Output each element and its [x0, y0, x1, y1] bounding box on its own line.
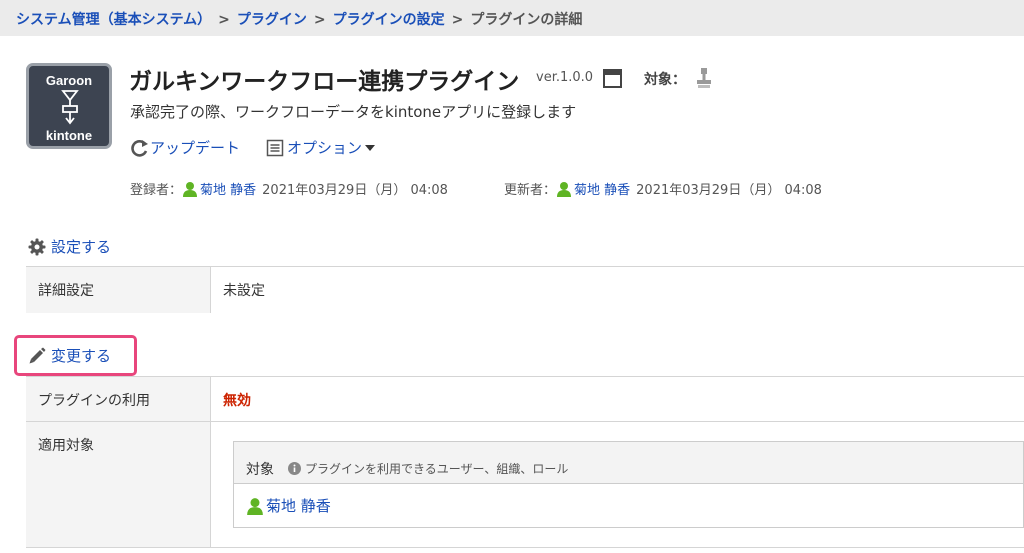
breadcrumb-plugins[interactable]: プラグイン [237, 12, 307, 28]
registered-info: 登録者： 菊地 静香 2021年03月29日（月） 04:08 [130, 179, 448, 198]
stamp-icon [697, 68, 711, 88]
update-button[interactable]: アップデート [130, 137, 240, 158]
options-menu-button[interactable]: オプション [266, 137, 376, 158]
target-note-text: プラグインを利用できるユーザー、組織、ロール [305, 462, 569, 476]
settings-link-label: 設定する [51, 238, 112, 256]
breadcrumb-plugin-settings[interactable]: プラグインの設定 [333, 12, 445, 28]
divider [26, 547, 1024, 548]
breadcrumb-system-admin[interactable]: システム管理（基本システム） [16, 12, 211, 28]
detail-settings-value: 未設定 [223, 283, 265, 299]
breadcrumb-separator: > [218, 12, 230, 28]
caret-down-icon [365, 144, 376, 151]
target-user-link[interactable]: 菊地 静香 [266, 495, 331, 516]
updated-info: 更新者： 菊地 静香 2021年03月29日（月） 04:08 [504, 179, 822, 198]
target-table-header: 対象 プラグインを利用できるユーザー、組織、ロール [234, 442, 1023, 484]
plugin-logo: Garoon kintone [26, 63, 112, 149]
options-label: オプション [287, 139, 363, 157]
plugin-description: 承認完了の際、ワークフローデータをkintoneアプリに登録します [130, 103, 577, 121]
calendar-window-icon [603, 69, 622, 88]
updated-user-link[interactable]: 菊地 静香 [574, 179, 630, 198]
updated-date: 2021年03月29日（月） 04:08 [636, 183, 822, 198]
user-icon [557, 181, 572, 197]
detail-settings-row: 詳細設定 未設定 [26, 266, 1024, 313]
list-icon [266, 139, 284, 156]
scope-label: 適用対象 [26, 422, 211, 547]
change-link-label: 変更する [51, 347, 112, 365]
breadcrumb: システム管理（基本システム） > プラグイン > プラグインの設定 > プラグインの詳細 [0, 0, 1024, 36]
pencil-icon [29, 347, 46, 363]
target-table-body: 菊地 静香 [234, 484, 1023, 516]
target-table: 対象 プラグインを利用できるユーザー、組織、ロール 菊地 静香 [233, 441, 1024, 528]
plugin-usage-label: プラグインの利用 [26, 377, 211, 421]
refresh-icon [131, 139, 148, 157]
flow-icon [61, 90, 79, 125]
logo-top-text: Garoon [45, 73, 93, 88]
breadcrumb-separator: > [451, 12, 464, 28]
gear-icon [28, 238, 46, 255]
registered-label: 登録者： [130, 183, 183, 198]
logo-bottom-text: kintone [45, 128, 93, 143]
plugin-usage-value: 無効 [223, 393, 251, 409]
user-icon [183, 181, 198, 197]
change-link[interactable]: 変更する [28, 345, 111, 366]
breadcrumb-current: プラグインの詳細 [470, 12, 583, 28]
target-label: 対象： [644, 72, 686, 88]
target-note: プラグインを利用できるユーザー、組織、ロール [288, 460, 568, 477]
plugin-usage-row: プラグインの利用 無効 [26, 376, 1024, 421]
info-icon [288, 462, 301, 475]
detail-settings-label: 詳細設定 [26, 267, 211, 313]
user-icon [247, 497, 263, 515]
plugin-version: ver.1.0.0 [536, 70, 594, 85]
update-label: アップデート [150, 139, 241, 157]
registered-date: 2021年03月29日（月） 04:08 [262, 183, 448, 198]
target-header-label: 対象 [246, 461, 274, 478]
plugin-title: ガルキンワークフロー連携プラグイン [129, 69, 520, 95]
updated-label: 更新者： [504, 183, 557, 198]
settings-link[interactable]: 設定する [28, 236, 111, 257]
registered-user-link[interactable]: 菊地 静香 [200, 179, 256, 198]
breadcrumb-separator: > [313, 12, 326, 28]
